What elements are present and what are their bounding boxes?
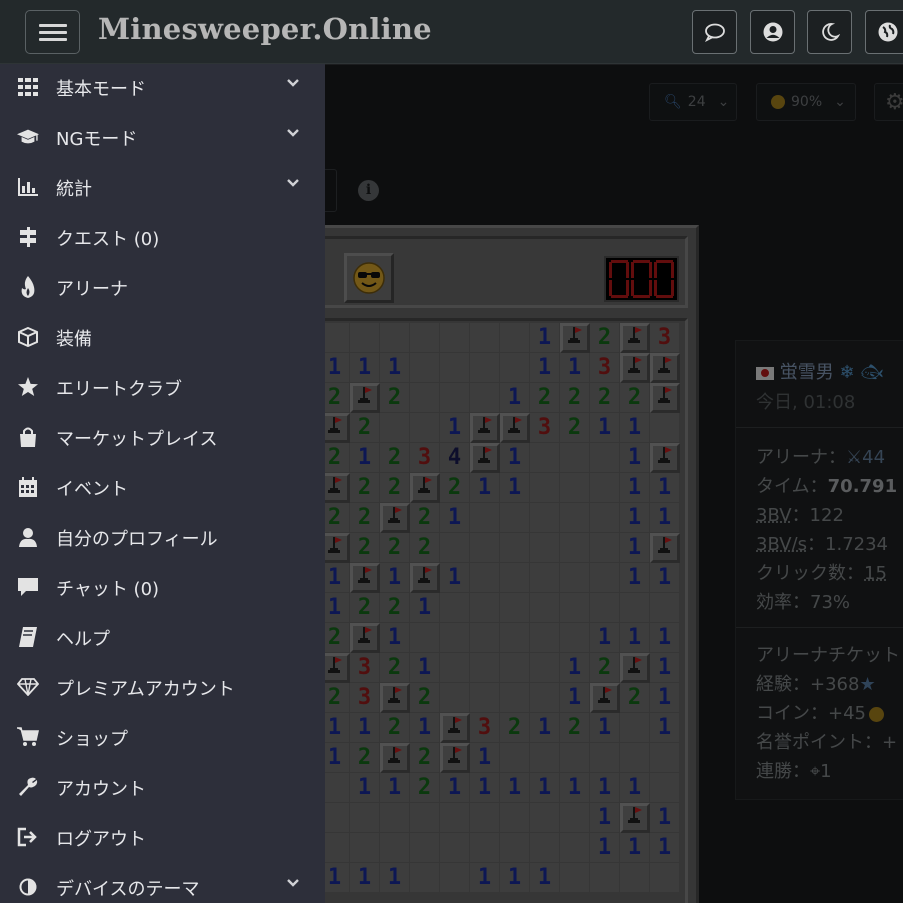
menu-toggle-button[interactable] <box>25 10 80 54</box>
sidebar-item-label: ヘルプ <box>56 629 110 650</box>
sidebar-item-label: ショップ <box>56 729 128 750</box>
sidebar-item[interactable]: 自分のプロフィール <box>0 513 325 561</box>
grid-icon <box>17 76 39 98</box>
sidebar-item[interactable]: イベント <box>0 463 325 511</box>
profile-button[interactable] <box>750 10 795 54</box>
user-icon <box>17 526 39 548</box>
wrench-icon <box>17 776 39 798</box>
star-icon <box>17 376 39 398</box>
sidebar-item[interactable]: クエスト (0) <box>0 213 325 261</box>
sidebar-item-label: イベント <box>56 479 128 500</box>
sidebar-item-label: ログアウト <box>56 829 146 850</box>
sidebar-item[interactable]: アカウント <box>0 763 325 811</box>
sidebar-item[interactable]: ヘルプ <box>0 613 325 661</box>
chevron-down-icon <box>286 123 302 139</box>
menu-backdrop[interactable] <box>325 65 903 903</box>
sidebar-item-label: アカウント <box>56 779 146 800</box>
sidebar-item[interactable]: アリーナ <box>0 263 325 311</box>
sidebar-item[interactable]: 統計 <box>0 163 325 211</box>
language-button[interactable] <box>865 10 903 54</box>
sidebar-item[interactable]: 基本モード <box>0 63 325 111</box>
sidebar-item-label: クエスト (0) <box>56 229 160 250</box>
chevron-down-icon <box>286 73 302 89</box>
sidebar-menu: 基本モード NGモード統計クエスト (0) アリーナ装備エリートクラブマーケットプレ… <box>0 64 325 903</box>
sidebar-item-label: アリーナ <box>56 279 128 300</box>
sidebar-item-label: マーケットプレイス <box>56 429 218 450</box>
diamond-icon <box>17 676 39 698</box>
graduation-cap-icon <box>17 126 39 148</box>
brand-title[interactable]: Minesweeper.Online <box>98 12 432 46</box>
sidebar-item-label: 自分のプロフィール <box>56 529 218 550</box>
app-root: Minesweeper.Online 🔍︎ 24 ⌄ 90% ⌄ ⚙ i <box>0 0 903 903</box>
sidebar-item-label: NGモード <box>56 129 138 150</box>
bar-chart-icon <box>17 176 39 198</box>
cube-icon <box>17 326 39 348</box>
globe-icon <box>878 22 897 42</box>
sidebar-item[interactable]: マーケットプレイス <box>0 413 325 461</box>
sidebar-item[interactable]: ログアウト <box>0 813 325 861</box>
sidebar-item-label: プレミアムアカウント <box>56 679 235 700</box>
moon-icon <box>821 23 840 41</box>
sidebar-item[interactable]: NGモード <box>0 113 325 161</box>
fire-icon <box>17 276 39 298</box>
comment-icon <box>17 576 39 598</box>
sidebar-item[interactable]: デバイスのテーマ <box>0 863 325 903</box>
shopping-bag-icon <box>17 426 39 448</box>
calendar-icon <box>17 476 39 498</box>
chevron-down-icon <box>286 173 302 189</box>
sidebar-item-label: 基本モード <box>56 79 146 100</box>
signpost-icon <box>17 226 39 248</box>
dark-mode-button[interactable] <box>807 10 852 54</box>
sidebar-item[interactable]: エリートクラブ <box>0 363 325 411</box>
chat-bubble-icon <box>704 23 725 42</box>
chevron-down-icon <box>286 873 302 889</box>
sidebar-item[interactable]: チャット (0) <box>0 563 325 611</box>
sidebar-item-label: チャット (0) <box>56 579 160 600</box>
sidebar-item-label: デバイスのテーマ <box>56 879 200 900</box>
user-circle-icon <box>763 22 782 42</box>
sidebar-item-label: エリートクラブ <box>56 379 182 400</box>
sidebar-item-label: 装備 <box>56 329 92 350</box>
sidebar-item[interactable]: 装備 <box>0 313 325 361</box>
cart-icon <box>17 726 39 748</box>
sidebar-item[interactable]: プレミアムアカウント <box>0 663 325 711</box>
top-navbar: Minesweeper.Online <box>0 0 903 64</box>
sidebar-item-label: 統計 <box>56 179 92 200</box>
sidebar-item[interactable]: ショップ <box>0 713 325 761</box>
half-circle-icon <box>17 876 39 898</box>
book-icon <box>17 626 39 648</box>
chat-button[interactable] <box>692 10 737 54</box>
sign-out-icon <box>17 826 39 848</box>
